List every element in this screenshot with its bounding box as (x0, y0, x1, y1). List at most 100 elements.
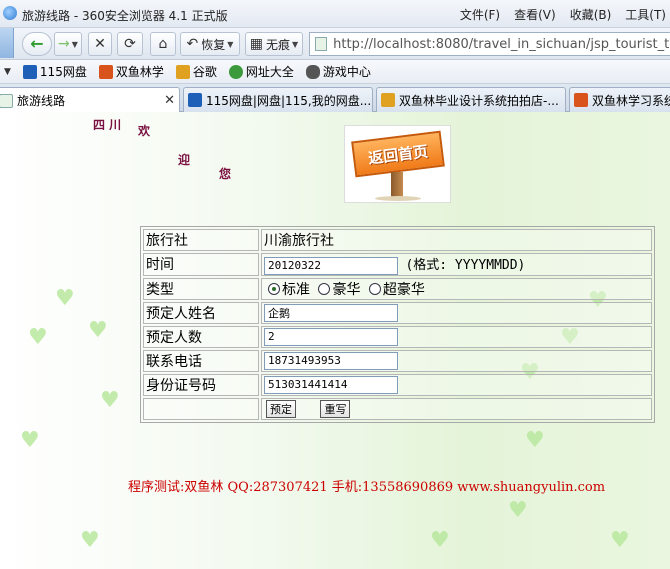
chevron-down-icon: ▼ (227, 39, 234, 49)
favorite-shuangyulin[interactable]: 双鱼林学 (98, 63, 164, 80)
name-label: 预定人姓名 (143, 301, 259, 324)
form-row-time: 时间 (格式: YYYYMMDD) (143, 253, 652, 276)
return-home-link[interactable]: 返回首页 (344, 125, 451, 203)
menu-tools[interactable]: 工具(T) (625, 6, 666, 23)
name-cell (261, 301, 652, 324)
fish-logo-icon (574, 93, 588, 107)
reset-button[interactable]: 重写 (320, 399, 351, 418)
type-label: 类型 (143, 277, 259, 300)
home-icon: ⌂ (158, 36, 168, 52)
refresh-button[interactable]: ⟳ (117, 32, 143, 56)
radio-super-luxury[interactable] (368, 282, 381, 295)
phone-input[interactable] (264, 351, 398, 370)
menu-file[interactable]: 文件(F) (460, 6, 500, 23)
private-mode-button[interactable]: ▦ 无痕 ▼ (245, 32, 303, 56)
tab-shuangyulin-shop[interactable]: 双鱼林毕业设计系统拍拍店-... (376, 87, 566, 112)
heart-icon: ♥ (525, 428, 545, 453)
actions-empty-cell (143, 397, 259, 420)
actions-cell: 预定 重写 (261, 397, 652, 420)
sign-post (391, 172, 403, 198)
close-icon: ✕ (94, 36, 106, 52)
sidebar-toggle[interactable] (0, 28, 14, 58)
booking-form: 旅行社 川渝旅行社 时间 (格式: YYYYMMDD) 类型 标准 豪华 超豪华… (140, 226, 655, 423)
heart-icon: ♥ (508, 498, 528, 523)
grid-icon: ▦ (249, 36, 264, 52)
heart-icon: ♥ (610, 528, 630, 553)
gamepad-icon (305, 64, 320, 79)
undo-icon: ↶ (186, 36, 199, 52)
id-cell (261, 373, 652, 396)
signboard: 返回首页 (351, 130, 445, 178)
submit-booking-button[interactable]: 预定 (266, 399, 296, 418)
globe-icon (228, 64, 243, 79)
count-label: 预定人数 (143, 325, 259, 348)
menu-view[interactable]: 查看(V) (514, 6, 556, 23)
favorite-site-directory[interactable]: 网址大全 (228, 63, 294, 80)
time-input[interactable] (264, 256, 398, 275)
title-bar: 旅游线路 - 360安全浏览器 4.1 正式版 文件(F) 查看(V) 收藏(B… (0, 0, 670, 28)
radio-luxury-label: 豪华 (332, 281, 361, 298)
time-cell: (格式: YYYYMMDD) (261, 253, 652, 276)
heart-icon: ♥ (55, 286, 75, 311)
agency-label: 旅行社 (143, 229, 259, 251)
home-button[interactable]: ⌂ (150, 32, 176, 56)
google-icon (175, 64, 190, 79)
back-arrow-icon: ← (30, 34, 44, 53)
tab-115-drive[interactable]: 115网盘|网盘|115,我的网盘... (183, 87, 373, 112)
address-bar[interactable]: http://localhost:8080/travel_in_sichuan/… (309, 32, 670, 56)
refresh-icon: ⟳ (124, 36, 136, 52)
name-input[interactable] (264, 303, 398, 322)
welcome-text-nin: 您 (219, 167, 232, 181)
tab-bar: 旅游线路 ✕ 115网盘|网盘|115,我的网盘... 双鱼林毕业设计系统拍拍店… (0, 84, 670, 113)
menu-favorites[interactable]: 收藏(B) (570, 6, 612, 23)
count-input[interactable] (264, 327, 398, 346)
form-row-id: 身份证号码 (143, 373, 652, 396)
chevron-down-icon: ▼ (71, 39, 78, 49)
address-url[interactable]: http://localhost:8080/travel_in_sichuan/… (333, 37, 670, 52)
radio-standard[interactable] (268, 282, 280, 295)
navigation-toolbar: ← → ▼ ✕ ⟳ ⌂ ↶ 恢复 ▼ ▦ 无痕 ▼ http://localhost:80… (0, 28, 670, 60)
agency-value: 川渝旅行社 (261, 229, 652, 251)
page-icon (315, 37, 328, 51)
shop-logo-icon (381, 93, 395, 107)
fish-logo-icon (98, 64, 113, 79)
time-label: 时间 (143, 253, 259, 276)
phone-label: 联系电话 (143, 349, 259, 372)
radio-standard-label: 标准 (282, 281, 310, 298)
type-cell: 标准 豪华 超豪华 (261, 277, 652, 300)
cloud-drive-icon (22, 64, 37, 79)
id-label: 身份证号码 (143, 373, 259, 396)
browser-app-icon (3, 6, 17, 20)
close-tab-icon[interactable]: ✕ (158, 93, 175, 108)
phone-cell (261, 349, 652, 372)
heart-icon: ♥ (28, 325, 48, 350)
welcome-text-sichuan: 四 川 (93, 118, 122, 132)
page-content: ♥ ♥ ♥ ♥ ♥ ♥ ♥ ♥ ♥ ♥ ♥ ♥ ♥ 四 川 欢 迎 您 返回首页… (0, 112, 670, 569)
radio-super-luxury-label: 超豪华 (382, 281, 425, 298)
form-row-actions: 预定 重写 (143, 397, 652, 420)
heart-icon: ♥ (88, 318, 108, 343)
window-title: 旅游线路 - 360安全浏览器 4.1 正式版 (22, 9, 228, 23)
chevron-down-icon[interactable]: ▼ (4, 67, 11, 77)
favorite-google[interactable]: 谷歌 (175, 63, 217, 80)
form-row-type: 类型 标准 豪华 超豪华 (143, 277, 652, 300)
form-row-name: 预定人姓名 (143, 301, 652, 324)
count-cell (261, 325, 652, 348)
footer-contact-info: 程序测试:双鱼林 QQ:287307421 手机:13558690869 www… (128, 480, 606, 495)
tab-shuangyulin-learning[interactable]: 双鱼林学习系统淘 (569, 87, 670, 112)
forward-arrow-icon: → (58, 36, 70, 52)
restore-button[interactable]: ↶ 恢复 ▼ (180, 32, 240, 56)
tab-travel-route[interactable]: 旅游线路 ✕ (0, 87, 180, 113)
menu-bar: 文件(F) 查看(V) 收藏(B) 工具(T) (460, 6, 670, 23)
heart-icon: ♥ (100, 388, 120, 413)
back-button[interactable]: ← (22, 32, 52, 56)
radio-luxury[interactable] (318, 282, 331, 295)
stop-button[interactable]: ✕ (88, 32, 112, 56)
forward-button[interactable]: → ▼ (54, 32, 82, 56)
cloud-drive-icon (188, 93, 202, 107)
form-row-phone: 联系电话 (143, 349, 652, 372)
welcome-text-ying: 迎 (178, 153, 191, 167)
id-number-input[interactable] (264, 375, 398, 394)
favorite-game-center[interactable]: 游戏中心 (305, 63, 371, 80)
favorite-115[interactable]: 115网盘 (22, 63, 87, 80)
